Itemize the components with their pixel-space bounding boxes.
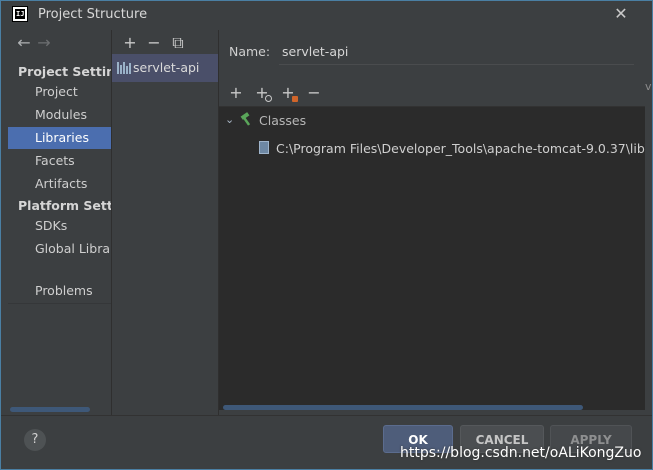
project-settings-heading: Project Settings (18, 64, 111, 79)
add-excluded-icon[interactable]: + (275, 83, 301, 103)
hammer-icon (240, 112, 251, 126)
library-list-toolbar: + − ⧉ (118, 33, 190, 53)
window-title: Project Structure (38, 7, 148, 22)
jar-file-icon (259, 141, 269, 154)
library-item-label: servlet-api (133, 60, 200, 75)
back-arrow-icon[interactable]: ← (14, 33, 34, 52)
library-list-pane: + − ⧉ servlet-api (112, 30, 219, 415)
sidebar-divider (8, 303, 111, 304)
sidebar-scrollbar[interactable] (10, 407, 90, 412)
sidebar-item-libraries[interactable]: Libraries (8, 127, 111, 149)
title-bar: IJ Project Structure ✕ (0, 0, 653, 30)
intellij-logo-icon: IJ (12, 6, 28, 22)
add-root-icon[interactable]: + (223, 83, 249, 103)
sidebar-item-project[interactable]: Project (8, 81, 111, 103)
watermark-text: https://blog.csdn.net/oALiKongZuo (400, 445, 642, 461)
dialog-button-bar: ? OK CANCEL APPLY https://blog.csdn.net/… (0, 415, 653, 470)
jar-path-item[interactable]: C:\Program Files\Developer_Tools\apache-… (276, 141, 653, 156)
remove-library-icon[interactable]: − (142, 33, 166, 53)
classes-tree: ⌄ Classes C:\Program Files\Developer_Too… (219, 106, 653, 410)
add-library-icon[interactable]: + (118, 33, 142, 53)
copy-library-icon[interactable]: ⧉ (166, 33, 190, 53)
add-jar-directory-icon[interactable]: + (249, 83, 275, 103)
settings-sidebar: ←→ Project Settings Project Modules Libr… (8, 30, 112, 415)
sidebar-item-sdks[interactable]: SDKs (8, 215, 111, 237)
sidebar-item-global-libraries[interactable]: Global Libraries (8, 238, 111, 260)
cut-off-text: v (645, 80, 652, 93)
name-label: Name: (229, 44, 271, 59)
chevron-down-icon[interactable]: ⌄ (225, 113, 234, 126)
name-field-underline (279, 64, 634, 65)
project-structure-dialog: IJ Project Structure ✕ ←→ Project Settin… (0, 0, 653, 470)
sidebar-item-modules[interactable]: Modules (8, 104, 111, 126)
sidebar-item-problems[interactable]: Problems (8, 280, 111, 302)
name-field[interactable]: servlet-api (282, 44, 348, 59)
library-bars-icon (117, 62, 131, 74)
library-item[interactable]: servlet-api (112, 54, 218, 82)
classes-node-label[interactable]: Classes (259, 113, 306, 128)
sidebar-item-artifacts[interactable]: Artifacts (8, 173, 111, 195)
forward-arrow-icon[interactable]: → (34, 33, 54, 52)
library-detail-pane: Name: servlet-api v a +++− ⌄ Classes C:\… (219, 30, 653, 415)
pane-edge (645, 106, 653, 415)
classes-toolbar: + + + − (223, 83, 327, 103)
platform-settings-heading: Platform Settings (18, 198, 112, 213)
tree-scrollbar[interactable] (223, 405, 583, 410)
sidebar-item-facets[interactable]: Facets (8, 150, 111, 172)
help-icon[interactable]: ? (24, 429, 46, 451)
nav-arrows: ← → (14, 33, 54, 53)
close-icon[interactable]: ✕ (612, 5, 630, 23)
remove-root-icon[interactable]: − (301, 83, 327, 103)
